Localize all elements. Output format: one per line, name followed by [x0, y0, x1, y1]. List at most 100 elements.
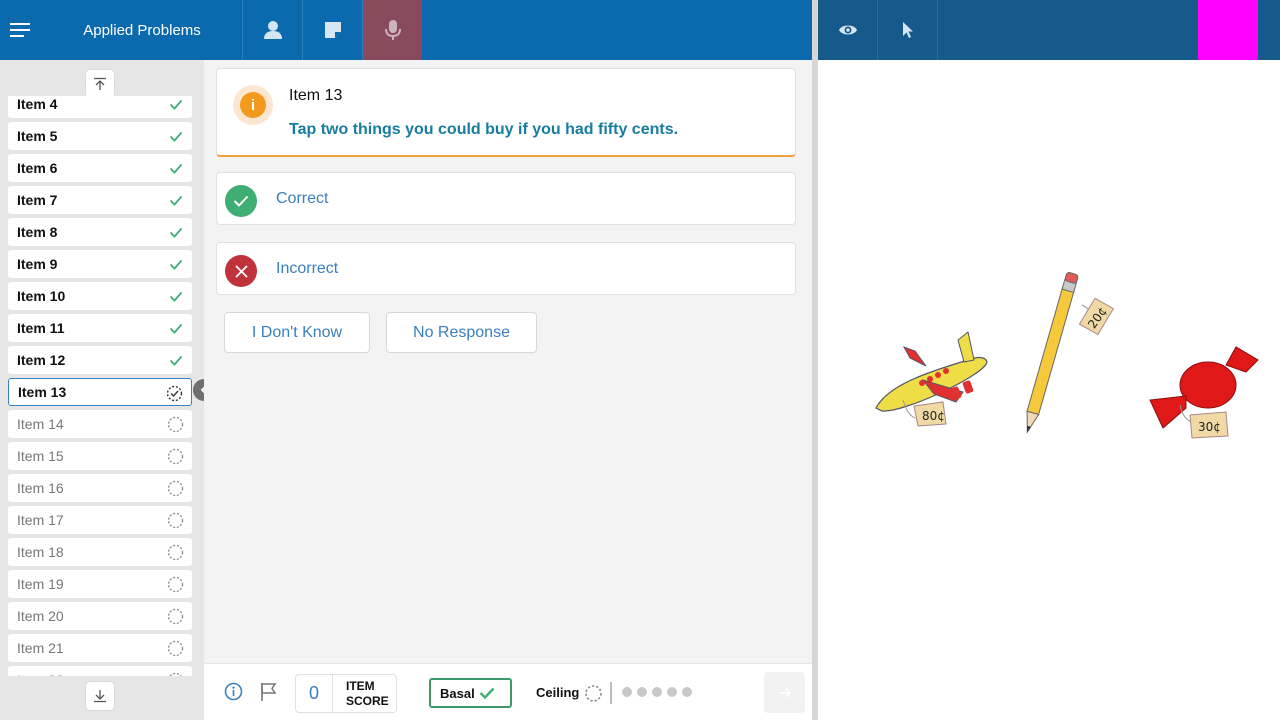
app-title: Applied Problems	[83, 21, 201, 39]
sidebar-item[interactable]: Item 19	[8, 570, 192, 598]
top-toolbar: Applied Problems	[0, 0, 812, 60]
hamburger-menu-button[interactable]	[0, 0, 42, 60]
sidebar-item-label: Item 16	[17, 480, 64, 496]
candy-price: 30¢	[1198, 420, 1221, 434]
item-score-box: 0 ITEM SCORE	[295, 674, 397, 713]
check-icon	[167, 96, 184, 113]
sidebar-item-label: Item 15	[17, 448, 64, 464]
microphone-button[interactable]	[362, 0, 422, 60]
progress-dot	[682, 687, 692, 697]
item-score-value: 0	[296, 675, 333, 712]
no-response-button[interactable]: No Response	[386, 312, 537, 353]
visibility-toggle-button[interactable]	[818, 0, 878, 60]
basal-indicator: Basal	[429, 678, 512, 708]
pending-icon	[167, 480, 184, 497]
bottom-bar: 0 ITEM SCORE Basal Ceiling	[204, 663, 812, 720]
incorrect-response-button[interactable]: Incorrect	[216, 242, 796, 295]
cursor-icon	[902, 22, 913, 38]
stimulus-canvas: 80¢ 20¢ 30¢	[875, 272, 1259, 439]
sidebar-item-label: Item 22	[17, 672, 64, 676]
pencil-item[interactable]: 20¢	[1022, 272, 1115, 434]
pending-icon	[167, 416, 184, 433]
stimulus-panel: 80¢ 20¢ 30¢	[818, 60, 1280, 720]
sidebar-item-label: Item 14	[17, 416, 64, 432]
airplane-price: 80¢	[922, 409, 945, 423]
arrow-up-to-line-icon	[94, 77, 106, 90]
incorrect-label: Incorrect	[276, 260, 339, 277]
microphone-icon	[384, 20, 401, 40]
scroll-to-bottom-button[interactable]	[86, 682, 114, 710]
sidebar-item-label: Item 4	[17, 96, 58, 112]
sidebar-item[interactable]: Item 9	[8, 250, 192, 278]
ceiling-indicator: Ceiling	[536, 685, 580, 700]
check-icon	[167, 224, 184, 241]
scroll-to-top-button[interactable]	[86, 70, 114, 98]
info-icon: i	[233, 85, 273, 125]
pending-icon	[167, 544, 184, 561]
candy-item[interactable]: 30¢	[1149, 346, 1259, 439]
sidebar-item[interactable]: Item 14	[8, 410, 192, 438]
person-icon	[263, 21, 282, 39]
item-title: Item 13	[289, 87, 343, 104]
sidebar-item[interactable]: Item 17	[8, 506, 192, 534]
sidebar-item-label: Item 10	[17, 288, 66, 304]
sidebar-item[interactable]: Item 16	[8, 474, 192, 502]
pending-icon	[167, 512, 184, 529]
note-icon	[324, 22, 341, 38]
sidebar-item[interactable]: Item 18	[8, 538, 192, 566]
sidebar-item[interactable]: Item 11	[8, 314, 192, 342]
sidebar-item-label: Item 8	[17, 224, 58, 240]
sidebar-item[interactable]: Item 7	[8, 186, 192, 214]
menu-icon	[10, 23, 30, 37]
correct-label: Correct	[276, 190, 329, 207]
correct-response-button[interactable]: Correct	[216, 172, 796, 225]
check-icon	[167, 192, 184, 209]
check-icon	[225, 185, 257, 217]
sidebar-item-label: Item 12	[17, 352, 66, 368]
sidebar-item[interactable]: Item 21	[8, 634, 192, 662]
notes-button[interactable]	[302, 0, 362, 60]
item-list: Item 4 Item 5 Item 6 Item 7 Item 8 Item 9 Item…	[0, 96, 204, 676]
progress-dot	[652, 687, 662, 697]
sidebar-item-label: Item 6	[17, 160, 58, 176]
sidebar-item[interactable]: Item 15	[8, 442, 192, 470]
check-icon	[167, 128, 184, 145]
arrow-down-to-line-icon	[94, 690, 106, 703]
sidebar-item[interactable]: Item 20	[8, 602, 192, 630]
sidebar-item[interactable]: Item 10	[8, 282, 192, 310]
sidebar-item[interactable]: Item 13	[8, 378, 192, 406]
sidebar-item-label: Item 19	[17, 576, 64, 592]
next-button[interactable]	[764, 672, 805, 713]
sidebar-item-label: Item 20	[17, 608, 64, 624]
dont-know-button[interactable]: I Don't Know	[224, 312, 370, 353]
pointer-button[interactable]	[878, 0, 938, 60]
x-icon	[225, 255, 257, 287]
sidebar-item-label: Item 9	[17, 256, 58, 272]
in-progress-icon	[166, 385, 183, 402]
question-card: i Item 13 Tap two things you could buy i…	[216, 68, 796, 157]
sidebar-item-label: Item 13	[18, 384, 67, 400]
info-circle-icon[interactable]	[224, 682, 243, 706]
flag-icon[interactable]	[260, 682, 277, 707]
check-icon	[479, 687, 495, 699]
eye-icon	[838, 25, 857, 35]
sidebar-item[interactable]: Item 22	[8, 666, 192, 676]
item-panel: i Item 13 Tap two things you could buy i…	[204, 60, 812, 663]
airplane-item[interactable]: 80¢	[875, 331, 988, 427]
sidebar-item-label: Item 7	[17, 192, 58, 208]
pending-icon	[167, 608, 184, 625]
check-icon	[167, 352, 184, 369]
sidebar-item[interactable]: Item 5	[8, 122, 192, 150]
item-sidebar: Item 4 Item 5 Item 6 Item 7 Item 8 Item 9 Item…	[0, 60, 204, 720]
sidebar-item[interactable]: Item 6	[8, 154, 192, 182]
sidebar-item[interactable]: Item 4	[8, 96, 192, 118]
arrow-right-icon	[778, 687, 791, 698]
item-prompt: Tap two things you could buy if you had …	[289, 121, 679, 138]
sidebar-item[interactable]: Item 8	[8, 218, 192, 246]
check-icon	[167, 160, 184, 177]
sidebar-item[interactable]: Item 12	[8, 346, 192, 374]
examinee-button[interactable]	[242, 0, 302, 60]
check-icon	[167, 256, 184, 273]
check-icon	[167, 320, 184, 337]
check-icon	[167, 288, 184, 305]
